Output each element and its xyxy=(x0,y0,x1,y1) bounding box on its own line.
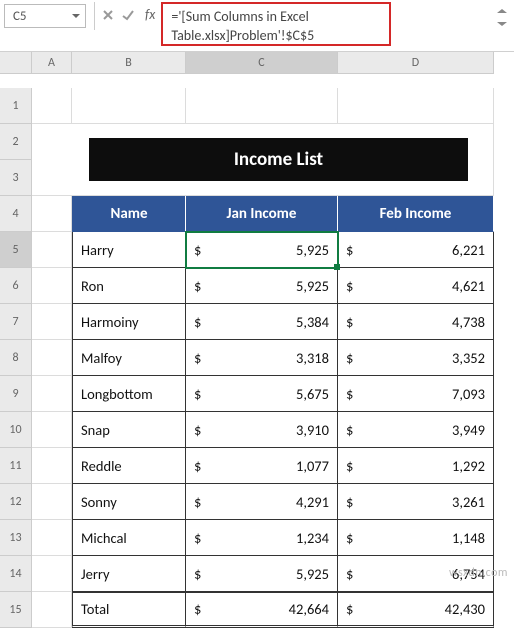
row-header-13[interactable]: 13 xyxy=(0,520,32,556)
table-cell-total-jan[interactable]: $42,664 xyxy=(186,592,338,628)
name-box-value: C5 xyxy=(13,9,27,24)
title-area[interactable]: Income List xyxy=(32,124,494,196)
table-cell-feb[interactable]: $4,738 xyxy=(338,304,494,340)
formula-bar-expand[interactable] xyxy=(496,2,510,29)
cell[interactable] xyxy=(32,268,72,304)
table-cell-name[interactable]: Sonny xyxy=(72,484,186,520)
table-cell-name[interactable]: Reddle xyxy=(72,448,186,484)
table-cell-jan[interactable]: $5,925 xyxy=(186,268,338,304)
row-header-3[interactable]: 3 xyxy=(0,160,32,196)
table-cell-feb[interactable]: $4,621 xyxy=(338,268,494,304)
col-header-A[interactable]: A xyxy=(32,52,72,74)
row-header-15[interactable]: 15 xyxy=(0,592,32,628)
row-header-10[interactable]: 10 xyxy=(0,412,32,448)
table-cell-jan[interactable]: $1,077 xyxy=(186,448,338,484)
table-cell-jan[interactable]: $4,291 xyxy=(186,484,338,520)
cancel-icon[interactable] xyxy=(101,8,115,22)
formula-text-line1: ='[Sum Columns in Excel xyxy=(171,8,381,27)
table-cell-jan[interactable]: $5,675 xyxy=(186,376,338,412)
chevron-down-icon[interactable] xyxy=(71,8,81,25)
cell[interactable] xyxy=(32,412,72,448)
page-title: Income List xyxy=(89,138,467,181)
table-header-name[interactable]: Name xyxy=(72,196,186,232)
cell[interactable] xyxy=(338,88,494,124)
formula-text-line2: Table.xlsx]Problem'!$C$5 xyxy=(171,27,381,46)
table-cell-name[interactable]: Malfoy xyxy=(72,340,186,376)
formula-buttons: fx xyxy=(101,6,155,23)
cell[interactable] xyxy=(32,592,72,628)
row-header-4[interactable]: 4 xyxy=(0,196,32,232)
table-cell-feb[interactable]: $6,221 xyxy=(338,232,494,268)
fx-icon[interactable]: fx xyxy=(145,6,155,23)
table-cell-jan[interactable]: $5,384 xyxy=(186,304,338,340)
row-header-6[interactable]: 6 xyxy=(0,268,32,304)
table-cell-name[interactable]: Ron xyxy=(72,268,186,304)
cell[interactable] xyxy=(32,196,72,232)
name-box[interactable]: C5 xyxy=(4,4,86,28)
cell[interactable] xyxy=(72,88,186,124)
formula-input[interactable]: ='[Sum Columns in Excel Table.xlsx]Probl… xyxy=(161,2,391,46)
table-cell-name[interactable]: Michcal xyxy=(72,520,186,556)
cell[interactable] xyxy=(32,520,72,556)
cell[interactable] xyxy=(32,88,72,124)
table-cell-feb[interactable]: $1,148 xyxy=(338,520,494,556)
cell[interactable] xyxy=(32,448,72,484)
formula-bar: C5 fx ='[Sum Columns in Excel Table.xlsx… xyxy=(0,0,514,52)
row-header-12[interactable]: 12 xyxy=(0,484,32,520)
table-cell-name[interactable]: Jerry xyxy=(72,556,186,592)
watermark: wsxdn.com xyxy=(449,566,508,580)
divider xyxy=(94,2,95,30)
table-cell-feb[interactable]: $1,292 xyxy=(338,448,494,484)
row-header-14[interactable]: 14 xyxy=(0,556,32,592)
table-cell-jan[interactable]: $3,318 xyxy=(186,340,338,376)
row-header-7[interactable]: 7 xyxy=(0,304,32,340)
cell[interactable] xyxy=(32,340,72,376)
table-cell-name[interactable]: Harry xyxy=(72,232,186,268)
col-header-C[interactable]: C xyxy=(186,52,338,74)
row-header-5[interactable]: 5 xyxy=(0,232,32,268)
table-cell-feb[interactable]: $7,093 xyxy=(338,376,494,412)
table-cell-name[interactable]: Harmoiny xyxy=(72,304,186,340)
table-cell-feb[interactable]: $3,949 xyxy=(338,412,494,448)
table-cell-jan[interactable]: $5,925 xyxy=(186,232,338,268)
cell[interactable] xyxy=(32,556,72,592)
row-header-2[interactable]: 2 xyxy=(0,124,32,160)
select-all-cell[interactable] xyxy=(0,52,32,74)
table-cell-name[interactable]: Snap xyxy=(72,412,186,448)
table-cell-name[interactable]: Longbottom xyxy=(72,376,186,412)
table-header-jan[interactable]: Jan Income xyxy=(186,196,338,232)
table-cell-total-label[interactable]: Total xyxy=(72,592,186,628)
table-cell-total-feb[interactable]: $42,430 xyxy=(338,592,494,628)
cell[interactable] xyxy=(32,304,72,340)
check-icon[interactable] xyxy=(121,8,135,22)
table-cell-jan[interactable]: $1,234 xyxy=(186,520,338,556)
row-header-9[interactable]: 9 xyxy=(0,376,32,412)
table-cell-jan[interactable]: $5,925 xyxy=(186,556,338,592)
col-header-D[interactable]: D xyxy=(338,52,494,74)
row-header-11[interactable]: 11 xyxy=(0,448,32,484)
row-header-1[interactable]: 1 xyxy=(0,88,32,124)
col-header-B[interactable]: B xyxy=(72,52,186,74)
cell[interactable] xyxy=(32,484,72,520)
cell[interactable] xyxy=(32,376,72,412)
spreadsheet-grid: A B C D 1 2 Income List 3 4 Name Jan Inc… xyxy=(0,52,514,628)
cell[interactable] xyxy=(32,232,72,268)
cell[interactable] xyxy=(186,88,338,124)
table-header-feb[interactable]: Feb Income xyxy=(338,196,494,232)
table-cell-feb[interactable]: $3,352 xyxy=(338,340,494,376)
row-header-8[interactable]: 8 xyxy=(0,340,32,376)
table-cell-feb[interactable]: $3,261 xyxy=(338,484,494,520)
table-cell-jan[interactable]: $3,910 xyxy=(186,412,338,448)
